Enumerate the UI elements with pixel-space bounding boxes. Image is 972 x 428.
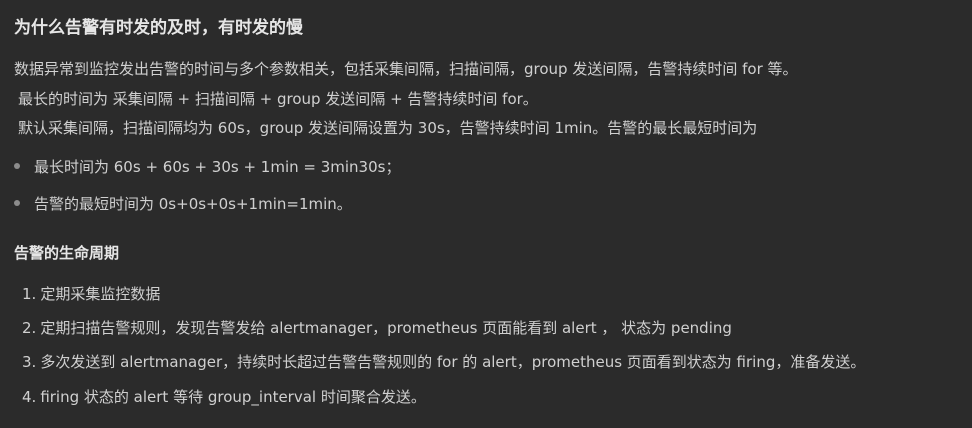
step-number: 4. (22, 388, 37, 406)
step-number: 1. (22, 285, 37, 303)
bullet-text: 告警的最短时间为 0s+0s+0s+1min=1min。 (34, 195, 352, 213)
step-text: firing 状态的 alert 等待 group_interval 时间聚合发… (40, 388, 426, 406)
step-text: 定期扫描告警规则，发现告警发给 alertmanager，prometheus … (40, 319, 732, 337)
list-item: 最长时间为 60s + 60s + 30s + 1min = 3min30s； (14, 156, 400, 177)
paragraph-longest-time: 最长的时间为 采集间隔 + 扫描间隔 + group 发送间隔 + 告警持续时间… (18, 90, 538, 108)
step-number: 3. (22, 353, 37, 371)
bullet-text: 最长时间为 60s + 60s + 30s + 1min = 3min30s； (34, 158, 401, 176)
step-number: 2. (22, 319, 37, 337)
list-item: 告警的最短时间为 0s+0s+0s+1min=1min。 (14, 193, 352, 214)
ordered-list-item: 3. 多次发送到 alertmanager，持续时长超过告警告警规则的 for 的… (22, 351, 865, 372)
ordered-list-item: 1. 定期采集监控数据 (22, 283, 160, 304)
document: 为什么告警有时发的及时，有时发的慢 数据异常到监控发出告警的时间与多个参数相关，… (0, 0, 972, 428)
section-title-alert-lifecycle: 告警的生命周期 (14, 244, 120, 262)
paragraph-default-intervals: 默认采集间隔，扫描间隔均为 60s，group 发送间隔设置为 30s，告警持续… (18, 119, 758, 137)
bullet-icon (14, 163, 20, 169)
section-title-alert-timing: 为什么告警有时发的及时，有时发的慢 (14, 18, 303, 38)
ordered-list-item: 2. 定期扫描告警规则，发现告警发给 alertmanager，prometheu… (22, 317, 732, 338)
step-text: 定期采集监控数据 (40, 285, 161, 303)
ordered-list-item: 4. firing 状态的 alert 等待 group_interval 时间聚… (22, 386, 426, 407)
paragraph-intro: 数据异常到监控发出告警的时间与多个参数相关，包括采集间隔，扫描间隔，group … (14, 60, 798, 78)
bullet-icon (14, 200, 20, 206)
step-text: 多次发送到 alertmanager，持续时长超过告警告警规则的 for 的 a… (40, 353, 866, 371)
